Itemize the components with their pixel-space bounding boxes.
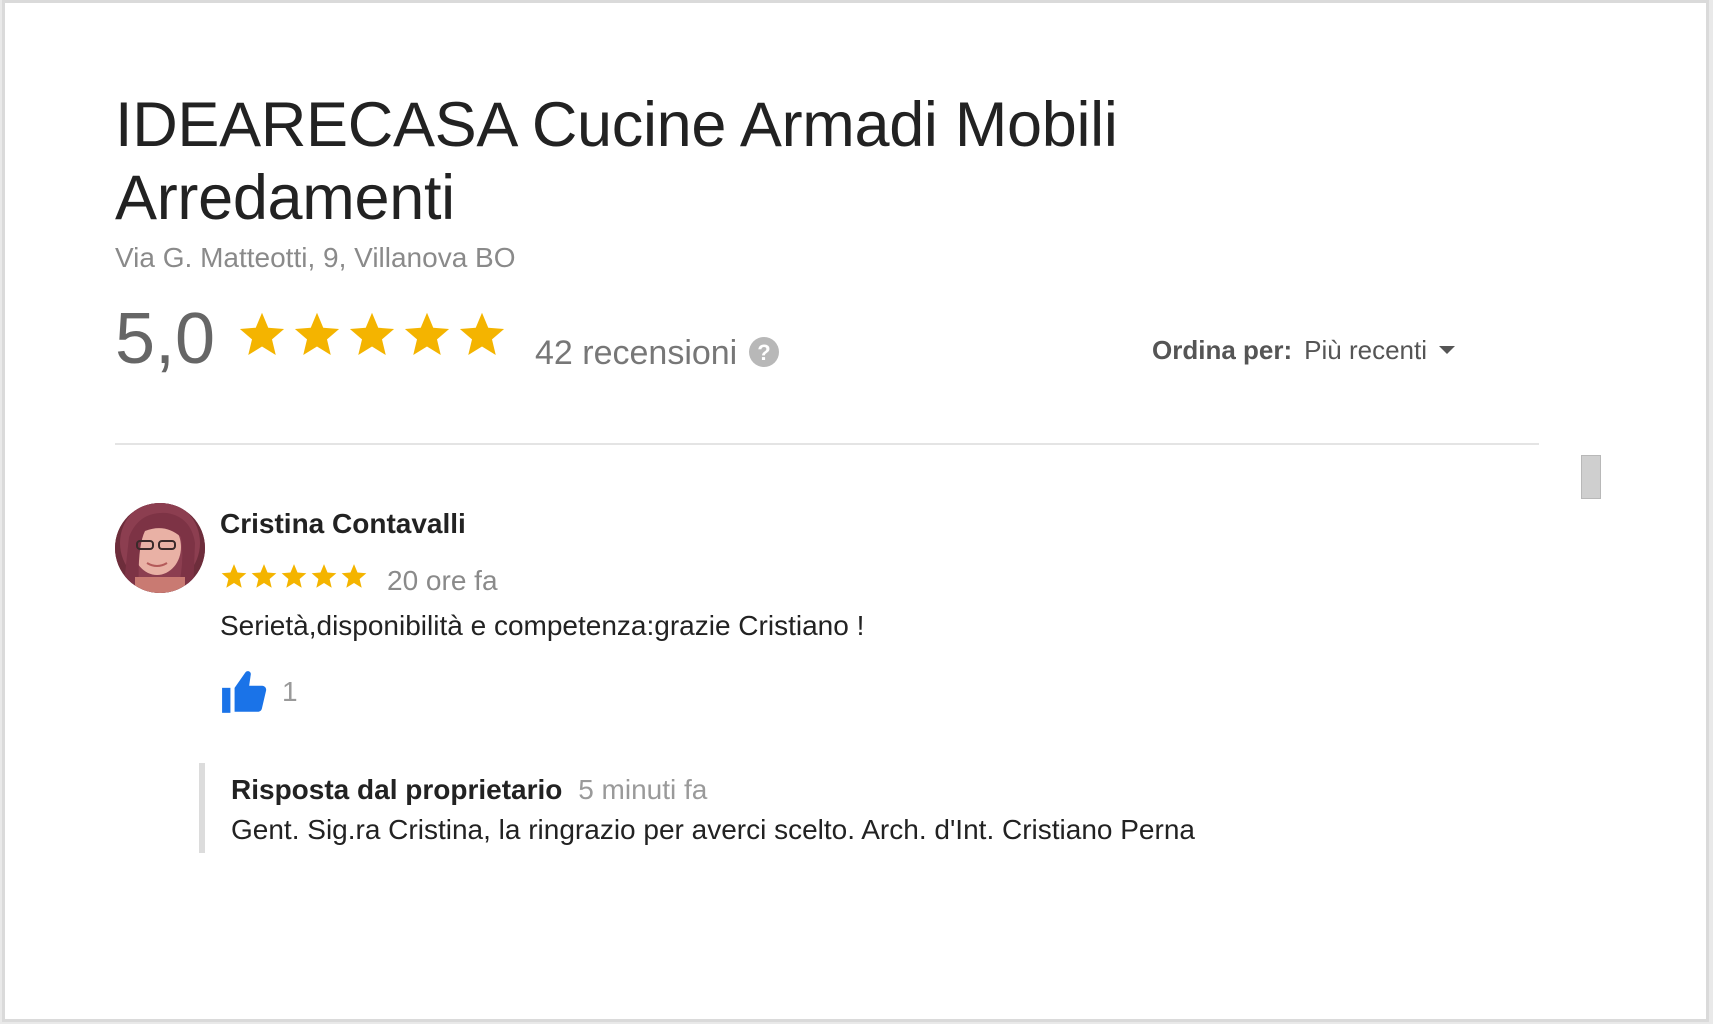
help-icon[interactable]: ? — [749, 337, 779, 367]
business-address: Via G. Matteotti, 9, Villanova BO — [115, 242, 516, 273]
business-header: IDEARECASA Cucine Armadi Mobili Arredame… — [115, 89, 1595, 275]
star-icon — [341, 564, 367, 588]
owner-reply-header: Risposta dal proprietario 5 minuti fa — [231, 773, 1399, 807]
sort-label: Ordina per: — [1152, 335, 1293, 365]
rating-summary: 5,0 42 recensioni ? Ordina per: Più rece… — [115, 299, 1595, 389]
review-stars — [220, 561, 368, 591]
star-icon — [349, 312, 395, 356]
star-icon — [281, 564, 307, 588]
like-count: 1 — [282, 676, 298, 707]
sort-dropdown[interactable]: Ordina per: Più recenti — [1152, 333, 1455, 367]
reviewer-name[interactable]: Cristina Contavalli — [220, 507, 466, 541]
star-icon — [239, 312, 285, 356]
star-icon — [221, 564, 247, 588]
divider — [115, 443, 1539, 445]
reviews-panel: IDEARECASA Cucine Armadi Mobili Arredame… — [2, 0, 1709, 1022]
owner-reply: Risposta dal proprietario 5 minuti fa Ge… — [199, 763, 1399, 853]
avatar[interactable] — [115, 503, 205, 593]
scrollbar-thumb[interactable] — [1581, 455, 1601, 499]
star-icon — [459, 312, 505, 356]
thumbs-up-icon[interactable] — [220, 667, 270, 717]
owner-reply-time: 5 minuti fa — [578, 774, 708, 805]
review-text: Serietà,disponibilità e competenza:grazi… — [220, 610, 865, 641]
owner-reply-label: Risposta dal proprietario — [231, 774, 563, 805]
business-name: IDEARECASA Cucine Armadi Mobili Arredame… — [115, 90, 1118, 233]
star-icon — [294, 312, 340, 356]
star-icon — [251, 564, 277, 588]
caret-down-icon[interactable] — [1439, 346, 1455, 354]
star-icon — [311, 564, 337, 588]
review-time: 20 ore fa — [387, 565, 498, 596]
rating-stars — [237, 307, 507, 361]
avatar-image — [115, 503, 205, 593]
sort-value[interactable]: Più recenti — [1304, 333, 1427, 367]
average-rating: 5,0 — [115, 299, 216, 379]
like-button[interactable]: 1 — [220, 667, 298, 717]
star-icon — [404, 312, 450, 356]
review-count: 42 recensioni — [535, 334, 738, 372]
owner-reply-text: Gent. Sig.ra Cristina, la ringrazio per … — [231, 814, 1195, 845]
